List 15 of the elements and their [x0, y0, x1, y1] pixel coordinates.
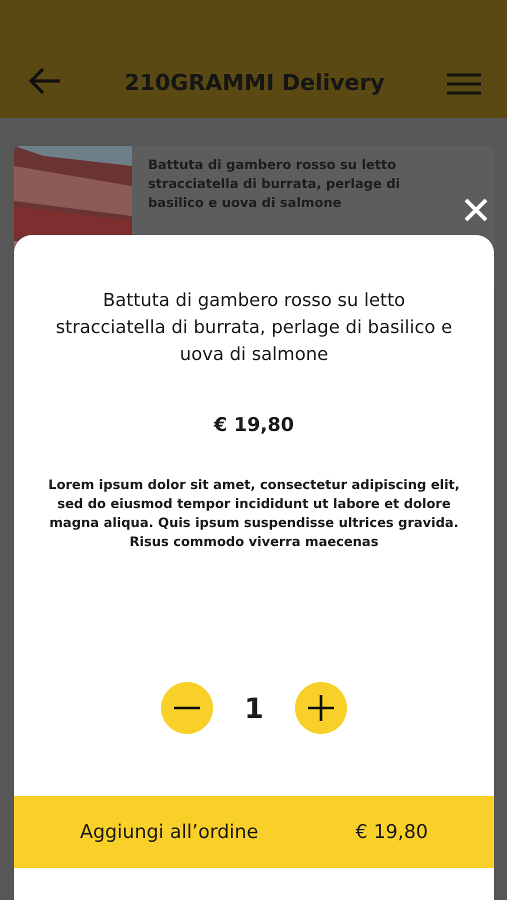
minus-icon [174, 706, 200, 710]
plus-icon [308, 695, 334, 721]
app-title: 210GRAMMI Delivery [124, 71, 385, 96]
close-button[interactable] [463, 197, 489, 223]
order-total: € 19,80 [355, 821, 428, 843]
add-to-order-button[interactable]: Aggiungi all’ordine € 19,80 [14, 796, 494, 868]
product-description: Lorem ipsum dolor sit amet, consectetur adipiscing elit, sed do eiusmod tempor incididunt ut labore et dolore magna aliqua. Quis ipsum suspendisse ultrices gravida. Risus commodo viverra maecenas [47, 477, 461, 552]
product-price: € 19,80 [214, 414, 294, 436]
increase-button[interactable] [295, 682, 347, 734]
close-icon [463, 197, 489, 223]
decrease-button[interactable] [161, 682, 213, 734]
menu-icon [446, 72, 481, 96]
back-arrow-icon [28, 66, 62, 96]
product-name: Battuta di gambero rosso su letto stracciatella di burrata, perlage di basilico e uova di salmone [148, 157, 402, 213]
quantity-value: 1 [243, 692, 265, 724]
